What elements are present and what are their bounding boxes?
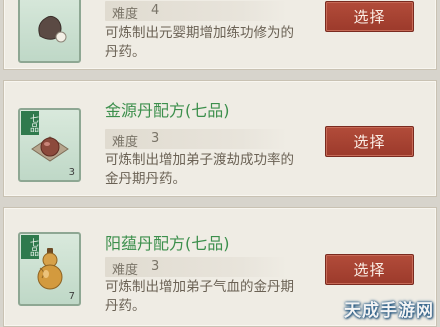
difficulty-row: 难度 4 [105, 1, 287, 22]
difficulty-row: 难度 3 [105, 129, 287, 150]
difficulty-label: 难度 [112, 135, 139, 150]
recipe-thumbnail[interactable]: 七品 7 [18, 232, 81, 306]
recipe-description: 可炼制出增加弟子渡劫成功率的 金丹期丹药。 [105, 151, 327, 189]
difficulty-value: 4 [151, 3, 160, 18]
description-line: 可炼制出增加弟子气血的金丹期 [105, 279, 294, 295]
item-quantity: 3 [68, 167, 75, 178]
description-line: 可炼制出增加弟子渡劫成功率的 [105, 152, 294, 168]
dark-pill-pouch-icon [37, 15, 66, 43]
description-line: 可炼制出元婴期增加练功修为的 [105, 25, 294, 41]
item-quantity: 7 [68, 291, 75, 302]
difficulty-value: 3 [151, 259, 160, 274]
recipe-thumbnail[interactable]: 七品 3 [18, 108, 81, 182]
description-line: 丹药。 [105, 298, 146, 314]
recipe-card: 七品 3 金源丹配方(七品) 难度 3 可炼制出增加弟子渡劫成功率的 金丹期丹药… [3, 80, 437, 197]
difficulty-label: 难度 [112, 7, 139, 22]
recipe-title: 金源丹配方(七品) [105, 101, 230, 120]
gourd-icon [37, 248, 62, 290]
select-button[interactable]: 选择 [325, 1, 414, 32]
difficulty-row: 难度 3 [105, 257, 287, 278]
difficulty-value: 3 [151, 131, 160, 146]
recipe-thumbnail[interactable] [18, 0, 81, 63]
select-button[interactable]: 选择 [325, 254, 414, 285]
description-line: 丹药。 [105, 44, 146, 60]
recipe-title: 阳蕴丹配方(七品) [105, 234, 230, 253]
recipe-description: 可炼制出增加弟子气血的金丹期 丹药。 [105, 278, 327, 316]
site-watermark: 天成手游网 [344, 301, 434, 321]
recipe-description: 可炼制出元婴期增加练功修为的 丹药。 [105, 24, 327, 62]
recipe-card: 难度 4 可炼制出元婴期增加练功修为的 丹药。 选择 [3, 0, 437, 70]
description-line: 金丹期丹药。 [105, 171, 186, 187]
pill-on-plate-icon [30, 136, 69, 162]
difficulty-label: 难度 [112, 263, 139, 278]
select-button[interactable]: 选择 [325, 126, 414, 157]
